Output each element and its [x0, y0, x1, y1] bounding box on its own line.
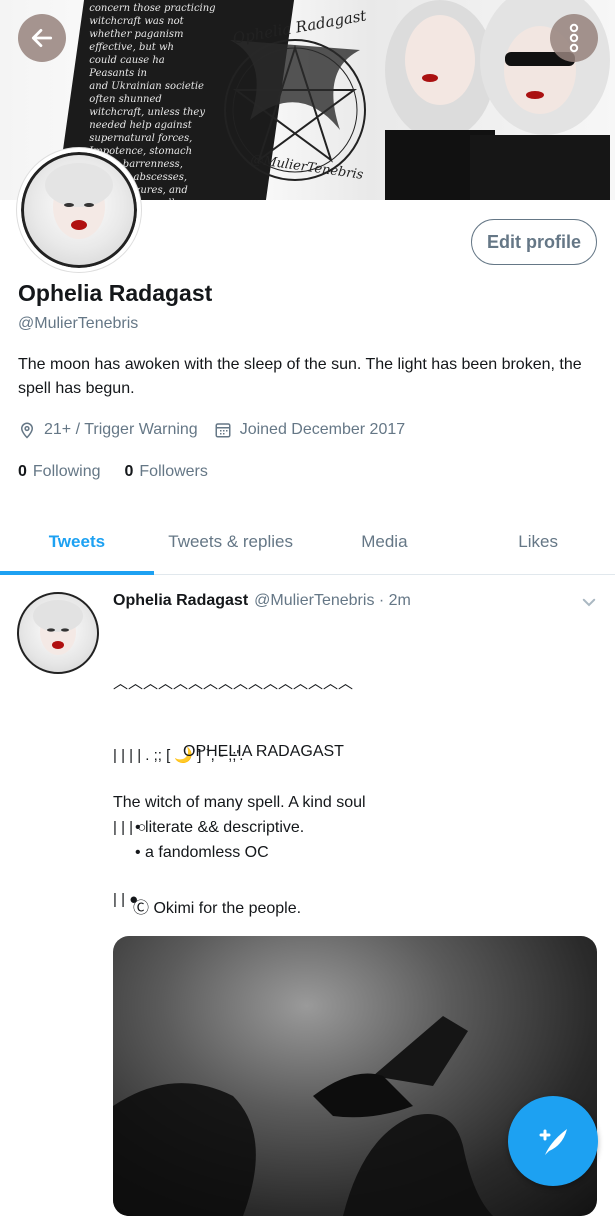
following-label: Following — [32, 463, 101, 480]
tweet-bullet: • literate && descriptive. — [135, 819, 305, 836]
tweet-avatar[interactable] — [17, 592, 99, 674]
tweet-description: The witch of many spell. A kind soul — [113, 794, 366, 811]
calendar-icon — [214, 421, 232, 439]
tweet-title: OPHELIA RADAGAST — [183, 743, 344, 760]
profile-joined: Joined December 2017 — [214, 421, 405, 439]
tab-media[interactable]: Media — [308, 510, 462, 574]
joined-text: Joined December 2017 — [239, 421, 406, 438]
profile-avatar[interactable] — [17, 148, 141, 272]
profile-name: Ophelia Radagast — [18, 280, 213, 306]
more-vertical-icon — [569, 23, 579, 53]
location-pin-icon — [18, 421, 36, 439]
compose-tweet-button[interactable] — [508, 1096, 598, 1186]
tweet-credit: Ⓒ Okimi for the people. — [133, 900, 302, 917]
followers-link[interactable]: 0 Followers — [125, 463, 208, 481]
following-link[interactable]: 0 Following — [18, 463, 101, 481]
back-button[interactable] — [18, 14, 66, 62]
followers-label: Followers — [139, 463, 208, 480]
profile-handle: @MulierTenebris — [18, 315, 139, 332]
tweet-bullet: • a fandomless OC — [135, 844, 269, 861]
art-line: ︿︿︿︿︿︿︿︿︿︿︿︿︿︿︿︿ — [113, 675, 354, 692]
tab-tweets[interactable]: Tweets — [0, 510, 154, 575]
tweet-author-meta: @MulierTenebris · 2m — [254, 592, 411, 609]
tweet-author-name[interactable]: Ophelia Radagast — [113, 592, 248, 610]
chevron-down-icon — [582, 598, 596, 607]
profile-bio: The moon has awoken with the sleep of th… — [18, 356, 582, 397]
tab-tweets-replies[interactable]: Tweets & replies — [154, 510, 308, 574]
edit-profile-button[interactable]: Edit profile — [471, 219, 597, 265]
follow-stats: 0 Following 0 Followers — [18, 463, 232, 481]
followers-count: 0 — [124, 463, 134, 480]
compose-feather-icon — [539, 1129, 567, 1155]
following-count: 0 — [18, 463, 27, 480]
profile-location: 21+ / Trigger Warning — [18, 421, 198, 439]
profile-tabs: Tweets Tweets & replies Media Likes — [0, 510, 615, 575]
arrow-left-icon — [31, 29, 53, 47]
profile-meta: 21+ / Trigger Warning Joined December 20… — [18, 421, 421, 439]
tab-likes[interactable]: Likes — [461, 510, 615, 574]
more-options-button[interactable] — [550, 14, 598, 62]
location-text: 21+ / Trigger Warning — [44, 421, 198, 438]
tweet-header: Ophelia Radagast @MulierTenebris · 2m — [113, 592, 411, 610]
tweet-menu-button[interactable] — [580, 593, 598, 616]
